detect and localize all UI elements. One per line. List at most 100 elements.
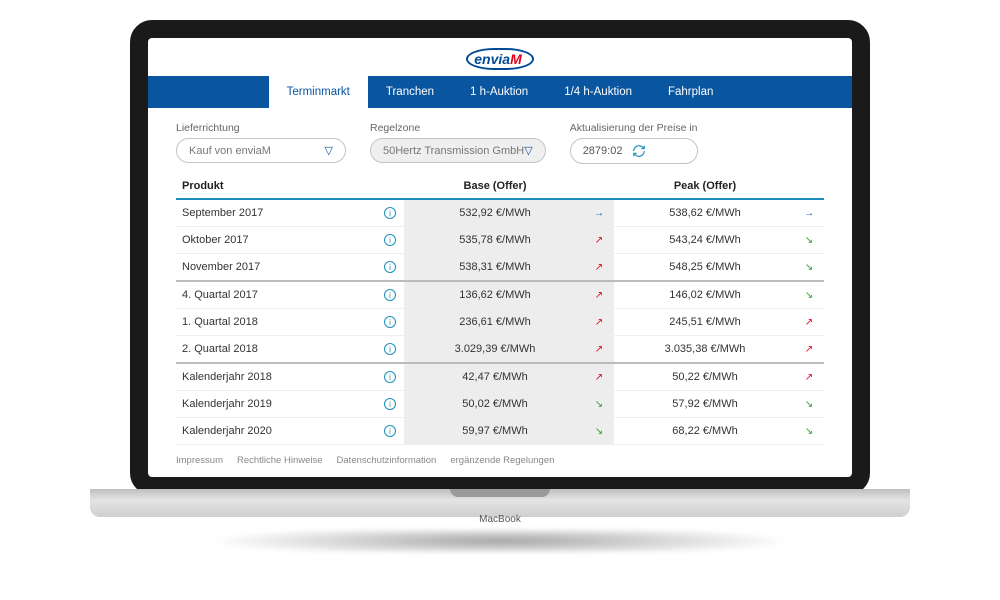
tab-1-h-auktion[interactable]: 1 h-Auktion	[452, 76, 546, 108]
base-cell: 538,31 €/MWh	[404, 254, 586, 282]
filter-direction: Lieferrichtung Kauf von enviaM ▽	[176, 122, 346, 164]
info-icon[interactable]: i	[384, 207, 396, 219]
footer-link[interactable]: Rechtliche Hinweise	[237, 455, 323, 466]
laptop-notch	[450, 489, 550, 497]
logo: enviaM	[148, 38, 852, 76]
trend-up-icon: ↗	[592, 235, 606, 246]
base-cell: 136,62 €/MWh	[404, 281, 586, 309]
filter-refresh: Aktualisierung der Preise in 2879:02	[570, 122, 698, 164]
product-cell: Kalenderjahr 2020	[176, 418, 376, 445]
product-cell: Kalenderjahr 2018	[176, 363, 376, 391]
chevron-down-icon: ▽	[524, 144, 532, 157]
base-cell: 532,92 €/MWh	[404, 199, 586, 227]
table-row: Kalenderjahr 2018 i 42,47 €/MWh ↗ 50,22 €/MW…	[176, 363, 824, 391]
trend-up-icon: ↗	[802, 372, 816, 383]
trend-flat-icon: →	[592, 208, 606, 219]
filter-zone-label: Regelzone	[370, 122, 546, 134]
filter-bar: Lieferrichtung Kauf von enviaM ▽ Regelzo…	[148, 108, 852, 172]
product-cell: Kalenderjahr 2019	[176, 391, 376, 418]
col-base: Base (Offer)	[404, 172, 586, 199]
direction-select[interactable]: Kauf von enviaM ▽	[176, 138, 346, 163]
trend-down-icon: ↘	[802, 426, 816, 437]
table-row: 1. Quartal 2018 i 236,61 €/MWh ↗ 245,51 €/MW…	[176, 309, 824, 336]
tab-bar: TerminmarktTranchen1 h-Auktion1/4 h-Aukt…	[148, 76, 852, 108]
info-icon[interactable]: i	[384, 234, 396, 246]
product-cell: Oktober 2017	[176, 227, 376, 254]
table-row: Oktober 2017 i 535,78 €/MWh ↗ 543,24 €/MWh ↘	[176, 227, 824, 254]
footer-link[interactable]: ergänzende Regelungen	[450, 455, 554, 466]
col-product: Produkt	[176, 172, 376, 199]
tab-fahrplan[interactable]: Fahrplan	[650, 76, 731, 108]
tab-terminmarkt[interactable]: Terminmarkt	[269, 76, 368, 108]
tab-tranchen[interactable]: Tranchen	[368, 76, 452, 108]
price-table-wrap: Produkt Base (Offer) Peak (Offer) Septem…	[148, 172, 852, 445]
trend-down-icon: ↘	[802, 235, 816, 246]
footer-links: Impressum Rechtliche Hinweise Datenschutzi…	[148, 445, 852, 480]
direction-value: Kauf von enviaM	[189, 145, 271, 157]
chevron-down-icon: ▽	[325, 144, 333, 157]
tab-1-4-h-auktion[interactable]: 1/4 h-Auktion	[546, 76, 650, 108]
product-cell: 4. Quartal 2017	[176, 281, 376, 309]
trend-down-icon: ↘	[802, 399, 816, 410]
product-cell: 1. Quartal 2018	[176, 309, 376, 336]
trend-up-icon: ↗	[592, 372, 606, 383]
info-icon[interactable]: i	[384, 343, 396, 355]
base-cell: 42,47 €/MWh	[404, 363, 586, 391]
peak-cell: 548,25 €/MWh	[614, 254, 796, 282]
filter-zone: Regelzone 50Hertz Transmission GmbH ▽	[370, 122, 546, 164]
base-cell: 535,78 €/MWh	[404, 227, 586, 254]
trend-down-icon: ↘	[592, 426, 606, 437]
table-row: November 2017 i 538,31 €/MWh ↗ 548,25 €/MWh ↘	[176, 254, 824, 282]
app-page: enviaM TerminmarktTranchen1 h-Auktion1/4…	[148, 38, 852, 477]
filter-refresh-label: Aktualisierung der Preise in	[570, 122, 698, 134]
trend-down-icon: ↘	[802, 262, 816, 273]
peak-cell: 146,02 €/MWh	[614, 281, 796, 309]
product-cell: 2. Quartal 2018	[176, 336, 376, 364]
laptop-frame: enviaM TerminmarktTranchen1 h-Auktion1/4…	[130, 20, 870, 555]
peak-cell: 538,62 €/MWh	[614, 199, 796, 227]
trend-up-icon: ↗	[592, 344, 606, 355]
base-cell: 50,02 €/MWh	[404, 391, 586, 418]
info-icon[interactable]: i	[384, 316, 396, 328]
table-row: September 2017 i 532,92 €/MWh → 538,62 €/MWh…	[176, 199, 824, 227]
col-peak: Peak (Offer)	[614, 172, 796, 199]
peak-cell: 68,22 €/MWh	[614, 418, 796, 445]
info-icon[interactable]: i	[384, 371, 396, 383]
trend-up-icon: ↗	[802, 317, 816, 328]
base-cell: 236,61 €/MWh	[404, 309, 586, 336]
trend-up-icon: ↗	[592, 262, 606, 273]
product-cell: September 2017	[176, 199, 376, 227]
refresh-icon	[632, 144, 646, 158]
trend-flat-icon: →	[802, 208, 816, 219]
peak-cell: 50,22 €/MWh	[614, 363, 796, 391]
footer-link[interactable]: Impressum	[176, 455, 223, 466]
info-icon[interactable]: i	[384, 289, 396, 301]
info-icon[interactable]: i	[384, 425, 396, 437]
logo-accent: M	[510, 51, 522, 67]
laptop-brand: MacBook	[479, 515, 521, 525]
table-row: Kalenderjahr 2019i50,02 €/MWh↘57,92 €/MW…	[176, 391, 824, 418]
peak-cell: 543,24 €/MWh	[614, 227, 796, 254]
info-icon[interactable]: i	[384, 261, 396, 273]
footer-link[interactable]: Datenschutzinformation	[337, 455, 437, 466]
filter-direction-label: Lieferrichtung	[176, 122, 346, 134]
product-cell: November 2017	[176, 254, 376, 282]
table-row: 2. Quartal 2018 i 3.029,39 €/MWh ↗ 3.035,38 …	[176, 336, 824, 364]
base-cell: 3.029,39 €/MWh	[404, 336, 586, 364]
trend-down-icon: ↘	[592, 399, 606, 410]
peak-cell: 245,51 €/MWh	[614, 309, 796, 336]
base-cell: 59,97 €/MWh	[404, 418, 586, 445]
logo-text: envia	[474, 51, 510, 67]
refresh-timer[interactable]: 2879:02	[570, 138, 698, 164]
trend-up-icon: ↗	[802, 344, 816, 355]
table-row: Kalenderjahr 2020 i 59,97 €/MWh ↘ 68,22 €/MW…	[176, 418, 824, 445]
zone-value: 50Hertz Transmission GmbH	[383, 145, 524, 157]
trend-down-icon: ↘	[802, 290, 816, 301]
table-row: 4. Quartal 2017 i 136,62 €/MWh ↗ 146,02 €/MW…	[176, 281, 824, 309]
info-icon[interactable]: i	[384, 398, 396, 410]
laptop-base	[90, 489, 910, 517]
peak-cell: 3.035,38 €/MWh	[614, 336, 796, 364]
price-table: Produkt Base (Offer) Peak (Offer) Septem…	[176, 172, 824, 445]
zone-select[interactable]: 50Hertz Transmission GmbH ▽	[370, 138, 546, 163]
trend-up-icon: ↗	[592, 290, 606, 301]
